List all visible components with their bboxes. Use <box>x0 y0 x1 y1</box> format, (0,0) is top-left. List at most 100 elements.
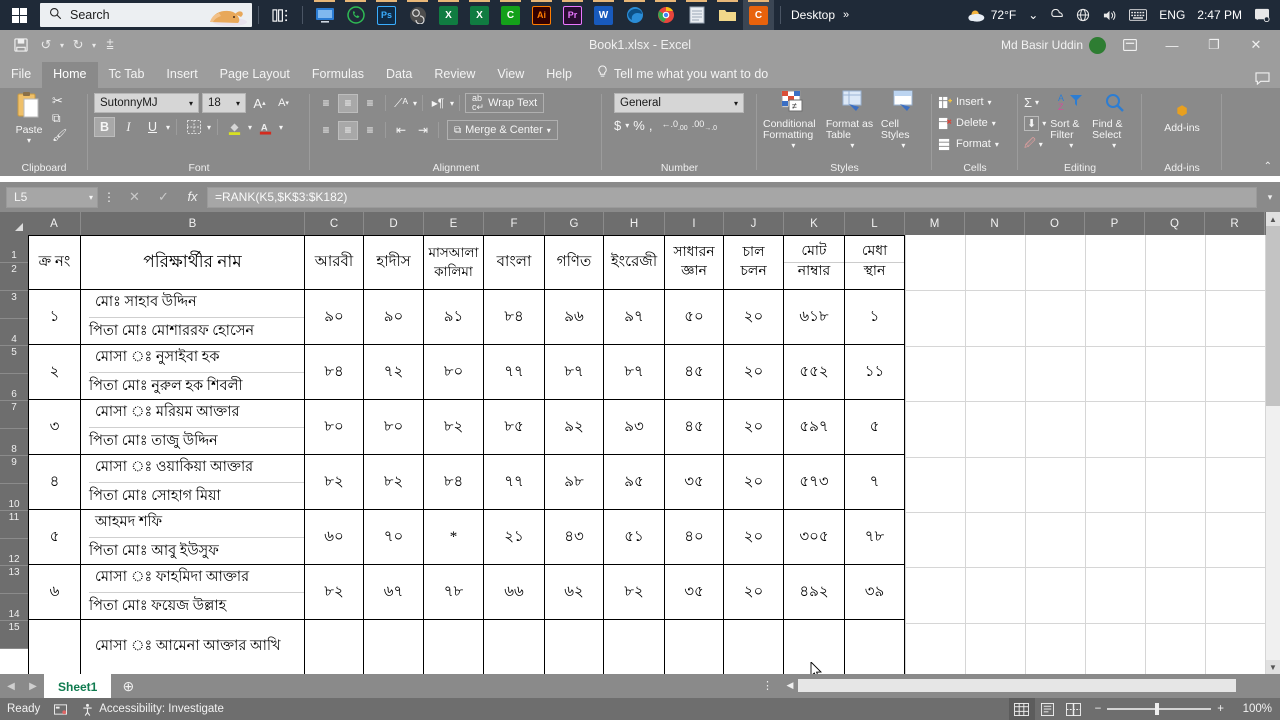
format-dropdown-icon[interactable]: ▾ <box>995 140 999 149</box>
currency-format-icon[interactable]: $ <box>614 118 621 133</box>
cell-english[interactable] <box>603 619 665 674</box>
borders-dropdown-icon[interactable]: ▾ <box>207 123 211 132</box>
tab-file[interactable]: File <box>0 62 42 88</box>
row-header-10[interactable]: 10 <box>0 484 28 511</box>
row-header-9[interactable]: 9 <box>0 456 28 484</box>
cell-bangla[interactable]: ৭৭ <box>483 454 545 510</box>
keyboard-layout-icon[interactable] <box>1123 0 1153 30</box>
collapse-ribbon-icon[interactable]: ⌃ <box>1264 161 1272 172</box>
taskbar-app-excel-2[interactable]: X <box>464 0 495 30</box>
cell-serial[interactable]: ২ <box>28 344 81 400</box>
column-header-L[interactable]: L <box>845 212 905 235</box>
cell-student-name[interactable]: মোসা ঃ মরিয়ম আক্তার পিতা মোঃ তাজু উদ্দি… <box>80 399 305 455</box>
cell-english[interactable]: ৮৭ <box>603 344 665 400</box>
cell-total[interactable]: ৫৭৩ <box>783 454 845 510</box>
comma-format-icon[interactable]: , <box>649 118 653 133</box>
tab-home[interactable]: Home <box>42 62 98 88</box>
cell-math[interactable]: ৪৩ <box>544 509 604 565</box>
sort-filter-dropdown-icon[interactable]: ▾ <box>1069 141 1073 150</box>
cell-math[interactable]: ৯২ <box>544 399 604 455</box>
cell-bangla[interactable]: ৮৫ <box>483 399 545 455</box>
paste-dropdown-icon[interactable]: ▾ <box>27 136 31 145</box>
font-color-icon[interactable]: A <box>255 117 276 137</box>
close-button[interactable]: ✕ <box>1238 30 1274 60</box>
header-cell-hadith[interactable]: হাদীস <box>363 235 424 290</box>
header-cell-merit[interactable]: মেধা স্থান <box>844 235 905 290</box>
taskbar-app-folder[interactable] <box>712 0 743 30</box>
ribbon-display-options-icon[interactable] <box>1112 30 1148 60</box>
column-header-I[interactable]: I <box>665 212 724 235</box>
cell-general[interactable]: ৩৫ <box>664 454 724 510</box>
taskbar-search[interactable]: Search <box>40 3 252 27</box>
number-format-dropdown-icon[interactable]: ▾ <box>734 99 741 108</box>
row-header-6[interactable]: 6 <box>0 374 28 401</box>
fill-color-dropdown-icon[interactable]: ▾ <box>248 123 252 132</box>
currency-dropdown-icon[interactable]: ▾ <box>625 121 629 130</box>
cell-student-name[interactable]: মোসা ঃ ওয়াকিয়া আক্তার পিতা মোঃ সোহাগ ম… <box>80 454 305 510</box>
comments-icon[interactable] <box>1255 72 1270 88</box>
text-direction-dropdown-icon[interactable]: ▾ <box>450 99 454 108</box>
zoom-knob[interactable] <box>1155 703 1160 715</box>
increase-indent-icon[interactable]: ⇥ <box>413 121 433 140</box>
cut-icon[interactable]: ✂ <box>52 93 67 109</box>
scroll-up-icon[interactable]: ▲ <box>1266 212 1280 226</box>
taskbar-app-photoshop[interactable]: Ps <box>371 0 402 30</box>
cell-math[interactable]: ৬২ <box>544 564 604 620</box>
cell-total[interactable]: ৫৯৭ <box>783 399 845 455</box>
row-header-3[interactable]: 3 <box>0 291 28 319</box>
recording-macro-icon[interactable] <box>47 703 74 716</box>
cell-english[interactable]: ৮২ <box>603 564 665 620</box>
row-header-14[interactable]: 14 <box>0 594 28 621</box>
scroll-left-icon[interactable]: ◀ <box>782 680 798 691</box>
cell-masala[interactable]: ৮২ <box>423 399 484 455</box>
cell-serial[interactable]: ৩ <box>28 399 81 455</box>
tab-help[interactable]: Help <box>535 62 583 88</box>
cell-student-name[interactable]: মোঃ সাহাব উদ্দিন পিতা মোঃ মোশাররফ হোসেন <box>80 289 305 345</box>
cell-arabic[interactable] <box>304 619 364 674</box>
cell-serial[interactable]: ৫ <box>28 509 81 565</box>
decrease-indent-icon[interactable]: ⇤ <box>391 121 411 140</box>
cell-math[interactable]: ৮৭ <box>544 344 604 400</box>
cell-total[interactable]: ৬১৮ <box>783 289 845 345</box>
cell-hadith[interactable]: ৮২ <box>363 454 424 510</box>
taskbar-app-excel-1[interactable]: X <box>433 0 464 30</box>
column-header-Q[interactable]: Q <box>1145 212 1205 235</box>
cell-serial[interactable]: ৬ <box>28 564 81 620</box>
cell-total[interactable]: ৩০৫ <box>783 509 845 565</box>
cell-merit[interactable] <box>844 619 905 674</box>
align-middle-icon[interactable]: ≡ <box>338 93 358 113</box>
cell-arabic[interactable]: ৮০ <box>304 399 364 455</box>
insert-function-icon[interactable]: fx <box>178 189 207 205</box>
cell-hadith[interactable]: ৮০ <box>363 399 424 455</box>
taskbar-app-notepad[interactable] <box>681 0 712 30</box>
row-header-5[interactable]: 5 <box>0 346 28 374</box>
taskbar-app-teams[interactable] <box>309 0 340 30</box>
autosum-button[interactable]: Σ ▾ <box>1024 92 1046 112</box>
conditional-formatting-button[interactable]: ≠ Conditional Formatting ▾ <box>763 90 824 150</box>
column-header-A[interactable]: A <box>28 212 81 235</box>
cell-english[interactable]: ৯৩ <box>603 399 665 455</box>
cell-arabic[interactable]: ৮২ <box>304 564 364 620</box>
taskbar-overflow-chevron[interactable]: » <box>839 9 849 21</box>
cell-general[interactable] <box>664 619 724 674</box>
cell-masala[interactable]: ৯১ <box>423 289 484 345</box>
row-header-4[interactable]: 4 <box>0 319 28 346</box>
cell-arabic[interactable]: ৯০ <box>304 289 364 345</box>
font-size-box[interactable]: 18 ▾ <box>202 93 246 113</box>
underline-button[interactable]: U <box>142 117 163 137</box>
cell-bangla[interactable]: ৮৪ <box>483 289 545 345</box>
column-header-C[interactable]: C <box>305 212 364 235</box>
cell-masala[interactable] <box>423 619 484 674</box>
language-indicator[interactable]: ENG <box>1153 0 1191 30</box>
page-break-view-button[interactable] <box>1061 698 1087 720</box>
cell-bangla[interactable]: ৬৬ <box>483 564 545 620</box>
cell-general[interactable]: ৪৫ <box>664 399 724 455</box>
column-header-P[interactable]: P <box>1085 212 1145 235</box>
row-header-8[interactable]: 8 <box>0 429 28 456</box>
column-header-M[interactable]: M <box>905 212 965 235</box>
desktop-peek-label[interactable]: Desktop <box>787 8 839 22</box>
row-header-7[interactable]: 7 <box>0 401 28 429</box>
row-header-13[interactable]: 13 <box>0 566 28 594</box>
confirm-edit-icon[interactable]: ✓ <box>149 189 178 205</box>
zoom-track[interactable] <box>1107 703 1212 715</box>
